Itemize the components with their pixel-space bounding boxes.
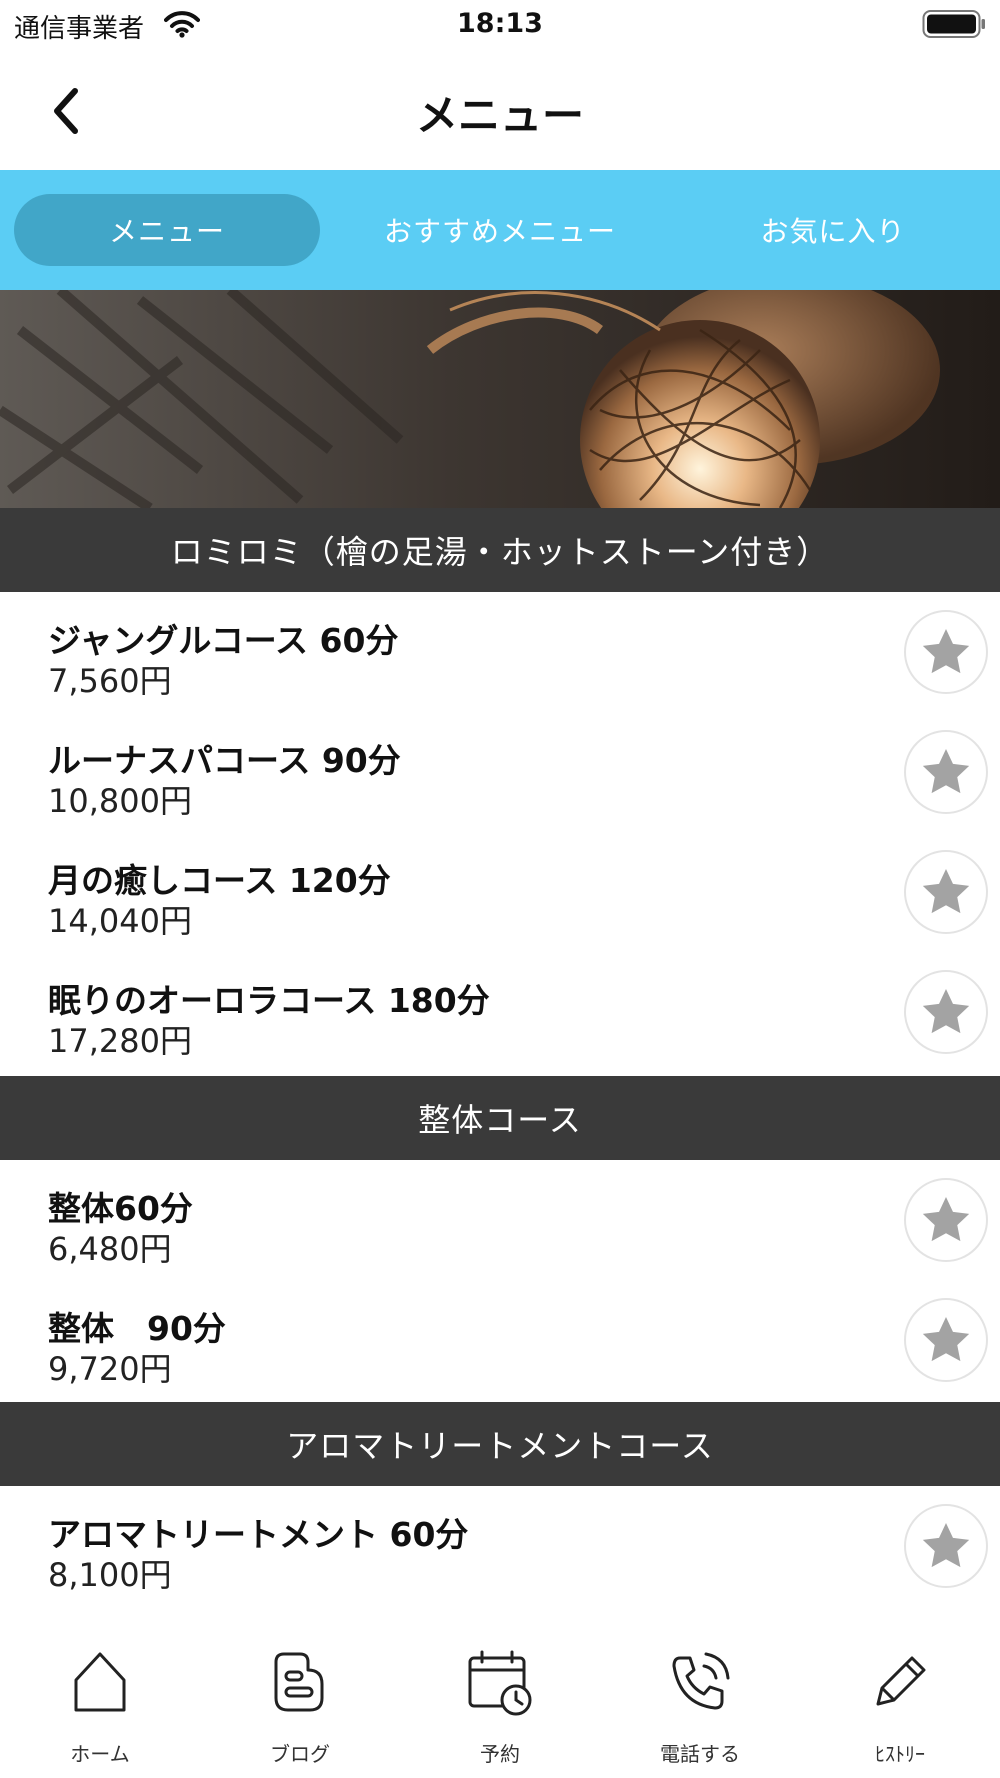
section-header-aroma: アロマトリートメントコース xyxy=(0,1402,1000,1486)
bottom-nav-label: 予約 xyxy=(480,1742,520,1766)
item-name: 整体60分 xyxy=(48,1189,193,1228)
item-price: 14,040円 xyxy=(48,902,192,940)
bottom-nav-blog[interactable]: ブログ xyxy=(200,1630,400,1778)
blog-icon xyxy=(274,1652,324,1712)
tab-menu[interactable]: メニュー xyxy=(14,194,320,266)
favorite-button[interactable] xyxy=(904,610,988,694)
list-item[interactable]: 整体60分 6,480円 xyxy=(0,1160,1000,1280)
item-name: ルーナスパコース 90分 xyxy=(48,741,401,780)
favorite-button[interactable] xyxy=(904,970,988,1054)
list-item[interactable]: 整体 90分 9,720円 xyxy=(0,1280,1000,1400)
bottom-nav-home[interactable]: ホーム xyxy=(0,1630,200,1778)
page-title: メニュー xyxy=(415,91,584,140)
list-item[interactable]: ジャングルコース 60分 7,560円 xyxy=(0,592,1000,712)
list-item[interactable]: ルーナスパコース 90分 10,800円 xyxy=(0,712,1000,832)
favorite-button[interactable] xyxy=(904,1178,988,1262)
tab-favorites[interactable]: お気に入り xyxy=(680,194,986,266)
status-bar: 通信事業者 18:13 xyxy=(0,0,1000,52)
favorite-button[interactable] xyxy=(904,730,988,814)
list-item[interactable]: 眠りのオーロラコース 180分 17,280円 xyxy=(0,952,1000,1072)
phone-icon xyxy=(672,1652,730,1710)
star-icon xyxy=(922,1197,970,1242)
bottom-nav-label: ブログ xyxy=(270,1742,330,1766)
star-icon xyxy=(922,749,970,794)
favorite-button[interactable] xyxy=(904,850,988,934)
bottom-nav-reservation[interactable]: 予約 xyxy=(400,1630,600,1778)
favorite-button[interactable] xyxy=(904,1504,988,1588)
star-icon xyxy=(922,629,970,674)
item-price: 10,800円 xyxy=(48,782,192,820)
hero-image xyxy=(0,290,1000,508)
tab-bar: メニュー おすすめメニュー お気に入り xyxy=(0,170,1000,290)
bottom-nav-label: 電話する xyxy=(660,1742,740,1766)
pencil-icon xyxy=(876,1656,926,1706)
battery-icon xyxy=(922,10,985,38)
item-price: 6,480円 xyxy=(48,1230,172,1268)
bottom-nav-label: ﾋｽﾄﾘｰ xyxy=(875,1742,925,1766)
bottom-nav-call[interactable]: 電話する xyxy=(600,1630,800,1778)
item-price: 9,720円 xyxy=(48,1350,172,1388)
item-name: 整体 90分 xyxy=(48,1309,226,1348)
status-time: 18:13 xyxy=(457,8,543,39)
item-price: 8,100円 xyxy=(48,1556,172,1594)
bottom-nav-label: ホーム xyxy=(70,1742,130,1766)
item-name: 月の癒しコース 120分 xyxy=(48,861,391,900)
star-icon xyxy=(922,989,970,1034)
navigation-bar: メニュー xyxy=(0,52,1000,170)
list-item[interactable]: 月の癒しコース 120分 14,040円 xyxy=(0,832,1000,952)
star-icon xyxy=(922,1317,970,1362)
tab-recommended[interactable]: おすすめメニュー xyxy=(345,194,655,266)
calendar-clock-icon xyxy=(468,1650,532,1716)
item-name: 眠りのオーロラコース 180分 xyxy=(48,981,490,1020)
bottom-nav-history[interactable]: ﾋｽﾄﾘｰ xyxy=(800,1630,1000,1778)
section-header-lomilomi: ロミロミ（檜の足湯・ホットストーン付き） xyxy=(0,508,1000,592)
section-header-seitai: 整体コース xyxy=(0,1076,1000,1160)
star-icon xyxy=(922,869,970,914)
item-name: アロマトリートメント 60分 xyxy=(48,1515,469,1554)
lamp-photo xyxy=(0,290,1000,508)
item-price: 7,560円 xyxy=(48,662,172,700)
star-icon xyxy=(922,1523,970,1568)
favorite-button[interactable] xyxy=(904,1298,988,1382)
home-icon xyxy=(74,1652,126,1712)
item-price: 17,280円 xyxy=(48,1022,192,1060)
item-name: ジャングルコース 60分 xyxy=(48,621,399,660)
list-item[interactable]: アロマトリートメント 60分 8,100円 xyxy=(0,1486,1000,1606)
bottom-navigation: ホーム ブログ 予約 電話する ﾋｽﾄﾘｰ xyxy=(0,1630,1000,1778)
